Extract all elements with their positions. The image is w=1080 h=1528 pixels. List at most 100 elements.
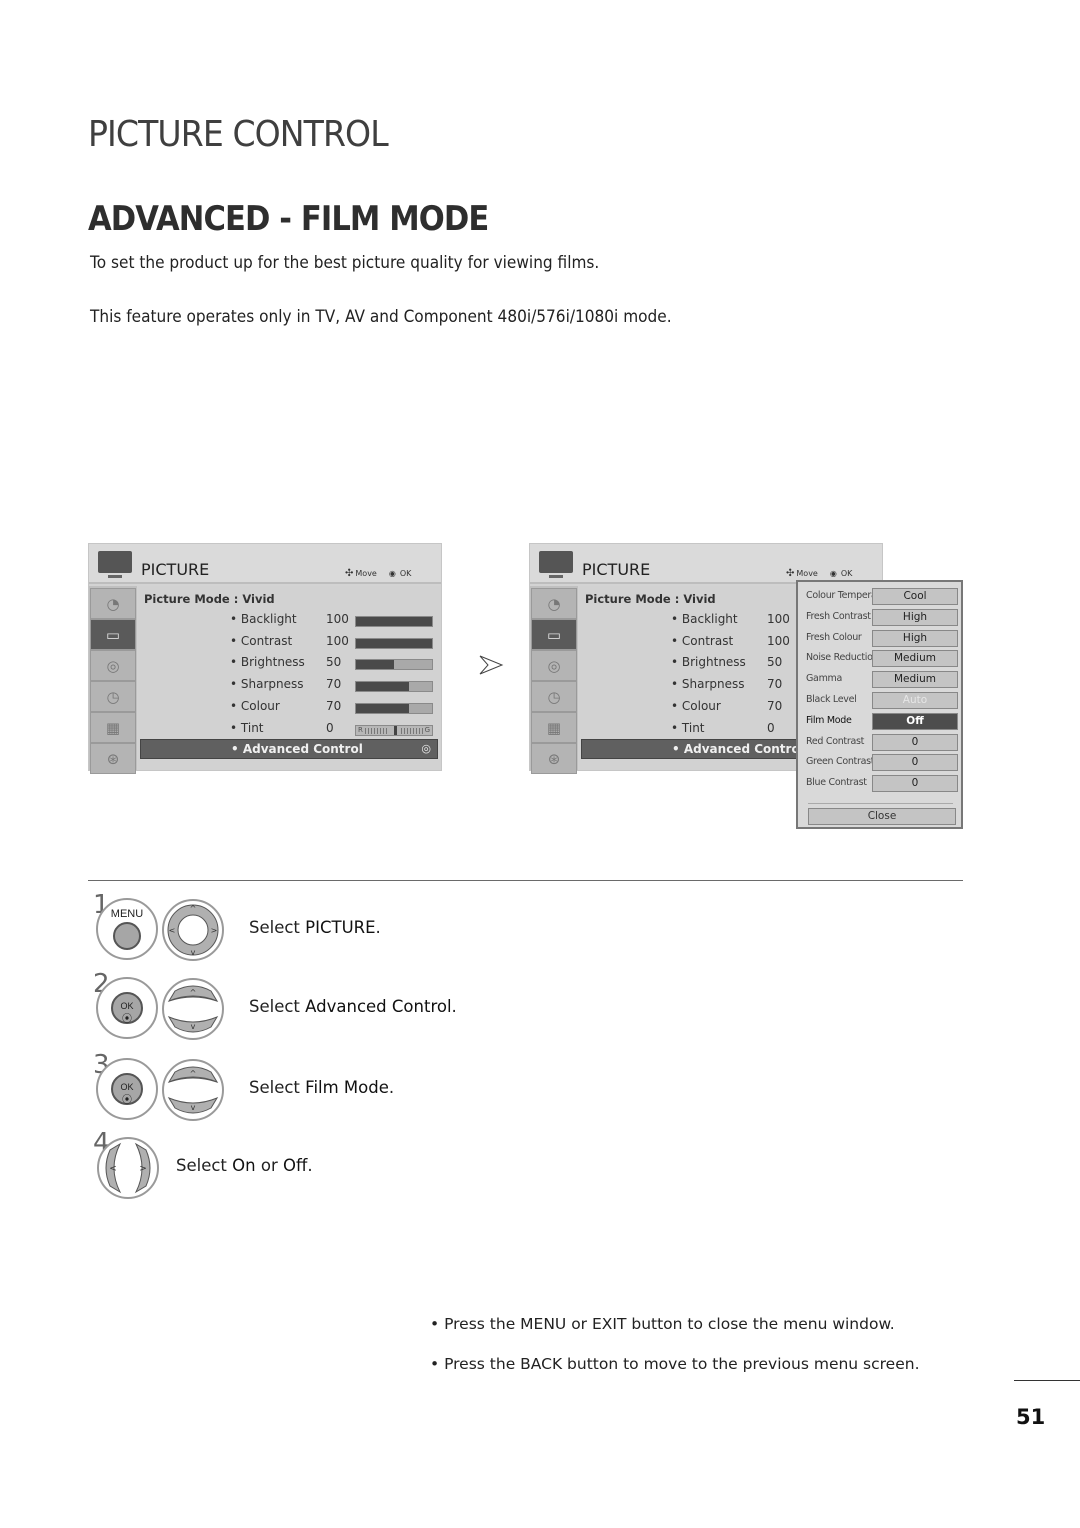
setting-row[interactable]: • Colour 70 (230, 699, 440, 719)
popup-row-red-contrast[interactable]: Red Contrast 0 (804, 733, 959, 752)
setting-row[interactable]: • Brightness 50 (230, 655, 440, 675)
svg-text:^: ^ (190, 1069, 197, 1078)
level-fill (356, 703, 410, 713)
setting-label: • Backlight (230, 612, 297, 626)
nav-move-label: Move (796, 569, 818, 578)
note-close-menu: • Press the MENU or EXIT button to close… (430, 1315, 895, 1333)
sidebar-item-satellite-dish[interactable]: ◔ (90, 588, 136, 619)
popup-row-label: Film Mode (806, 714, 852, 726)
picture-mode-value: : Vivid (233, 592, 275, 606)
sidebar-item-calendar[interactable]: ▦ (90, 712, 136, 743)
sidebar-item-satellite-dish[interactable]: ◔ (531, 588, 577, 619)
note-text: button to close the menu window. (626, 1315, 895, 1333)
advanced-control-popup: Close Colour Temperature Cool Fresh Contra… (796, 580, 963, 829)
menu-button-label: MENU (110, 908, 144, 920)
setting-level-bar[interactable] (355, 659, 433, 671)
setting-level-bar[interactable] (355, 681, 433, 693)
osd-title: PICTURE (141, 560, 210, 579)
popup-row-green-contrast[interactable]: Green Contrast 0 (804, 754, 959, 772)
sidebar-item-clock[interactable]: ◷ (90, 681, 136, 712)
popup-row-value[interactable]: High (872, 629, 958, 647)
setting-row[interactable]: • Sharpness 70 (230, 677, 440, 697)
sidebar-item-tv-screen[interactable]: ▭ (531, 619, 577, 650)
step-text: . (451, 997, 457, 1016)
advanced-control-item[interactable]: • Advanced Control ◎ (140, 739, 438, 759)
sidebar-item-tv-screen[interactable]: ▭ (90, 619, 136, 650)
setting-label: • Brightness (671, 655, 746, 670)
setting-label: • Backlight (671, 612, 738, 626)
close-button[interactable]: Close (808, 808, 956, 825)
popup-row-value[interactable]: Cool (872, 588, 958, 605)
setting-value: 100 (767, 633, 790, 648)
popup-row-label: Green Contrast (806, 756, 875, 768)
page-title: PICTURE CONTROL (88, 114, 389, 155)
intro-text: This feature operates only in TV, AV and… (90, 307, 672, 326)
popup-row-value[interactable]: Off (872, 712, 958, 730)
popup-row-value[interactable]: 0 (872, 733, 958, 751)
setting-value: 70 (326, 698, 342, 713)
picture-mode[interactable]: Picture Mode : Vivid (585, 592, 716, 606)
step-instruction: Select Advanced Control. (249, 997, 457, 1016)
popup-row-value[interactable]: High (872, 608, 958, 626)
tint-ticks (401, 727, 423, 734)
clock-icon: ◷ (106, 687, 120, 706)
sidebar-item-calendar[interactable]: ▦ (531, 712, 577, 743)
step-target: Film Mode (305, 1078, 389, 1097)
tint-slider[interactable]: RG (355, 724, 433, 736)
picture-mode[interactable]: Picture Mode : Vivid (144, 592, 275, 606)
setting-value: 100 (326, 612, 349, 626)
osd-picture-menu: PICTURE ✣ Move ◉ OK ◔ ▭ ◎ ◷ ▦ ⊛ Picture Mode : V… (88, 543, 442, 774)
note-text: • Press the (430, 1355, 521, 1373)
note-text: • Press the (430, 1315, 521, 1333)
setting-value: 50 (767, 655, 783, 670)
popup-row-film-mode[interactable]: Film Mode Off (804, 712, 959, 731)
tv-icon (539, 551, 573, 578)
setting-level-bar[interactable] (355, 616, 433, 627)
setting-row[interactable]: • Backlight 100 (230, 612, 440, 632)
picture-mode-label: Picture Mode (585, 592, 671, 606)
step-text: Select (249, 918, 306, 937)
tint-marker (394, 725, 397, 735)
step-instruction: Select Film Mode. (249, 1078, 394, 1097)
popup-row-fresh-contrast[interactable]: Fresh Contrast High (804, 608, 959, 627)
popup-row-label: Red Contrast (806, 735, 865, 747)
popup-row-value[interactable]: Medium (872, 650, 958, 668)
setting-level-bar[interactable] (355, 637, 433, 649)
popup-row-label: Blue Contrast (806, 777, 867, 789)
sidebar-item-clock[interactable]: ◷ (531, 681, 577, 712)
popup-row-noise-reduction[interactable]: Noise Reduction Medium (804, 650, 959, 668)
popup-row-blue-contrast[interactable]: Blue Contrast 0 (804, 775, 959, 793)
svg-text:>: > (211, 926, 218, 935)
tv-icon (98, 551, 132, 578)
calendar-icon: ▦ (105, 718, 121, 737)
setting-row[interactable]: • Tint 0 R G (230, 721, 440, 741)
popup-row-value[interactable]: Medium (872, 671, 958, 689)
osd-title: PICTURE (582, 560, 651, 579)
sidebar-item-lock[interactable]: ⊛ (90, 743, 136, 774)
satellite-dish-icon: ◔ (106, 594, 120, 613)
popup-row-value[interactable]: 0 (872, 775, 958, 793)
popup-row-value: Auto (872, 692, 958, 709)
svg-text:<: < (109, 1164, 117, 1174)
menu-button-face (113, 922, 141, 950)
sidebar-item-speaker[interactable]: ◎ (531, 650, 577, 681)
level-fill (356, 682, 410, 692)
setting-value: 50 (326, 655, 342, 670)
popup-row-colour-temperature[interactable]: Colour Temperature Cool (804, 588, 959, 606)
setting-row[interactable]: • Contrast 100 (230, 634, 440, 654)
page-number: 51 (1016, 1405, 1046, 1429)
popup-row-fresh-colour[interactable]: Fresh Colour High (804, 629, 959, 648)
ok-button: OK ⦿ (96, 1058, 158, 1120)
step-target: On (232, 1156, 256, 1175)
speaker-icon: ◎ (547, 656, 561, 675)
sidebar-item-lock[interactable]: ⊛ (531, 743, 577, 774)
setting-level-bar[interactable] (355, 702, 433, 714)
four-way-nav-pad-icon: ^ v < > (162, 899, 224, 961)
popup-row-value[interactable]: 0 (872, 754, 958, 772)
popup-row-gamma[interactable]: Gamma Medium (804, 671, 959, 689)
svg-text:^: ^ (190, 988, 197, 997)
sidebar-item-speaker[interactable]: ◎ (90, 650, 136, 681)
step-instruction: Select PICTURE. (249, 918, 381, 937)
step-text: Select (249, 1078, 306, 1097)
ok-button: OK ⦿ (96, 977, 158, 1039)
